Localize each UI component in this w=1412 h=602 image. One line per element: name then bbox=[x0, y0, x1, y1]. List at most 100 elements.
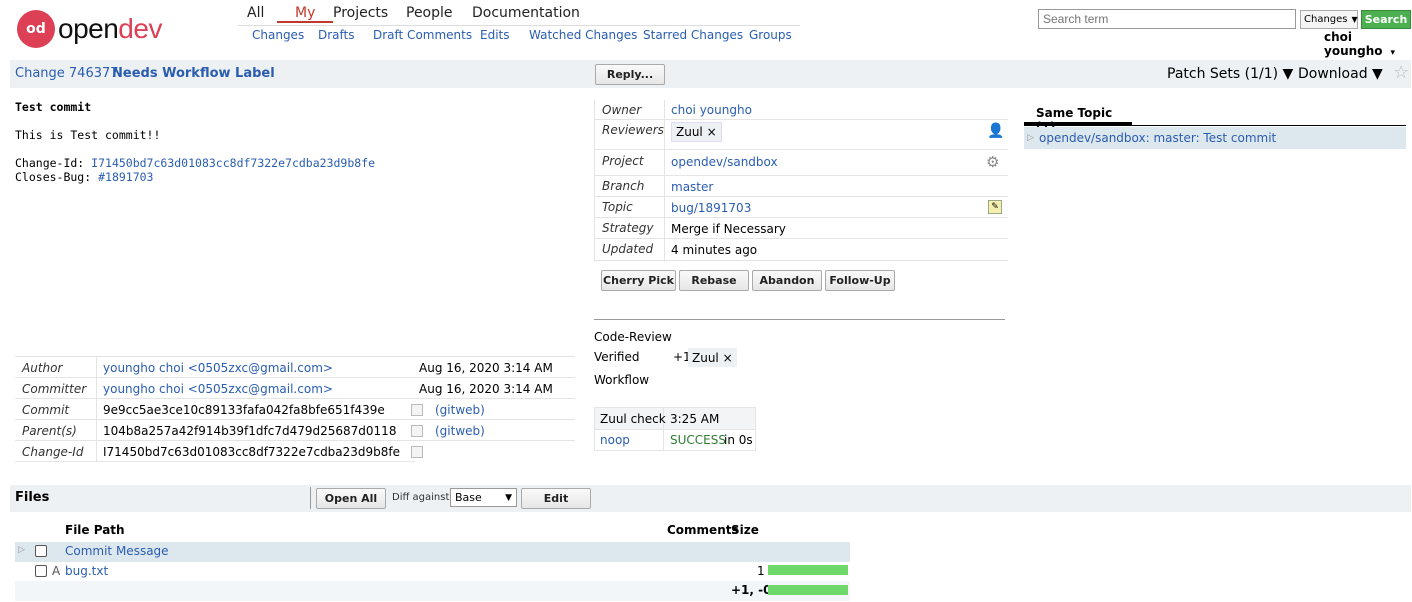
size-bar bbox=[768, 565, 848, 575]
same-topic-item[interactable]: ▷ opendev/sandbox: master: Test commit bbox=[1024, 127, 1406, 149]
tab-same-topic[interactable]: Same Topic (1) bbox=[1024, 104, 1132, 134]
copy-icon[interactable] bbox=[411, 425, 423, 437]
abandon-button[interactable]: Abandon bbox=[752, 270, 822, 291]
commit-body: This is Test commit!! bbox=[15, 128, 161, 142]
diff-base-select[interactable]: Base ▼ bbox=[450, 488, 517, 507]
file-path-link[interactable]: bug.txt bbox=[65, 564, 108, 578]
search-scope-select[interactable]: Changes ▼ bbox=[1300, 10, 1358, 29]
ci-result: SUCCESS bbox=[670, 433, 726, 447]
follow-up-button[interactable]: Follow-Up bbox=[825, 270, 895, 291]
commit-message: Test commit This is Test commit!! Change… bbox=[15, 100, 376, 184]
ci-name: Zuul check bbox=[600, 412, 666, 426]
subnav-edits[interactable]: Edits bbox=[480, 28, 510, 42]
caret-down-icon: ▾ bbox=[1390, 48, 1396, 58]
copy-icon[interactable] bbox=[411, 446, 423, 458]
author-link[interactable]: youngho choi <0505zxc@gmail.com> bbox=[103, 361, 333, 375]
download-menu[interactable]: Download ▼ bbox=[1298, 66, 1383, 82]
author-label: Author bbox=[22, 360, 63, 375]
search-input[interactable] bbox=[1038, 9, 1296, 29]
reviewer-chip[interactable]: Zuul × bbox=[671, 122, 722, 142]
nav-projects[interactable]: Projects bbox=[333, 5, 388, 21]
search-button[interactable]: Search bbox=[1361, 10, 1411, 29]
author-date: Aug 16, 2020 3:14 AM bbox=[419, 360, 553, 375]
chevron-down-icon: ▼ bbox=[505, 492, 512, 503]
reviewers-label: Reviewers bbox=[602, 122, 664, 137]
change-status: Needs Workflow Label bbox=[112, 66, 275, 81]
files-total-row bbox=[15, 581, 850, 601]
strategy-value: Merge if Necessary bbox=[671, 221, 786, 236]
subnav-groups[interactable]: Groups bbox=[749, 28, 792, 42]
subnav-changes[interactable]: Changes bbox=[252, 28, 304, 42]
edit-topic-icon[interactable]: ✎ bbox=[988, 200, 1002, 214]
topic-link[interactable]: bug/1891703 bbox=[671, 201, 751, 215]
top-nav: All My Projects People Documentation bbox=[238, 4, 800, 26]
reviewed-checkbox[interactable] bbox=[35, 565, 47, 577]
changeid-value: I71450bd7c63d01083cc8df7322e7cdba23d9b8f… bbox=[103, 444, 401, 459]
updated-value: 4 minutes ago bbox=[671, 242, 758, 257]
expand-triangle-icon[interactable]: ▷ bbox=[18, 545, 25, 555]
commit-title: Test commit bbox=[15, 100, 92, 114]
bug-link[interactable]: #1891703 bbox=[98, 170, 153, 184]
branch-link[interactable]: master bbox=[671, 180, 713, 194]
diff-against-label: Diff against: bbox=[392, 492, 453, 503]
rebase-button[interactable]: Rebase bbox=[679, 270, 749, 291]
updated-label: Updated bbox=[602, 241, 654, 256]
subnav-watched-changes[interactable]: Watched Changes bbox=[529, 28, 637, 42]
nav-documentation[interactable]: Documentation bbox=[472, 5, 580, 21]
ci-time: 3:25 AM bbox=[670, 412, 720, 426]
expand-triangle-icon: ▷ bbox=[1027, 133, 1034, 143]
ci-job-link[interactable]: noop bbox=[600, 433, 630, 447]
subnav-starred-changes[interactable]: Starred Changes bbox=[643, 28, 743, 42]
strategy-label: Strategy bbox=[602, 220, 654, 235]
change-id-link[interactable]: I71450bd7c63d01083cc8df7322e7cdba23d9b8f… bbox=[91, 156, 375, 170]
logo-wordmark: opendev bbox=[58, 13, 162, 44]
owner-link[interactable]: choi youngho bbox=[671, 103, 752, 117]
commit-gitweb-link[interactable]: (gitweb) bbox=[435, 403, 485, 417]
col-file-path: File Path bbox=[65, 523, 125, 537]
branch-label: Branch bbox=[602, 178, 645, 193]
committer-date: Aug 16, 2020 3:14 AM bbox=[419, 381, 553, 396]
subnav-draft-comments[interactable]: Draft Comments bbox=[373, 28, 472, 42]
parent-sha: 104b8a257a42f914b39f1dfc7d479d25687d0118 bbox=[103, 423, 397, 438]
file-status: A bbox=[52, 564, 61, 578]
committer-label: Committer bbox=[22, 381, 87, 396]
nav-people[interactable]: People bbox=[406, 5, 453, 21]
nav-my[interactable]: My bbox=[277, 5, 334, 23]
ci-results-table: Zuul check 3:25 AM noop SUCCESS in 0s bbox=[594, 407, 756, 451]
cherry-pick-button[interactable]: Cherry Pick bbox=[601, 270, 676, 291]
change-number[interactable]: Change 746377 - bbox=[15, 66, 127, 81]
total-delta: +1, -0 bbox=[731, 583, 772, 597]
code-review-label: Code-Review bbox=[594, 330, 672, 344]
workflow-label: Workflow bbox=[594, 373, 650, 387]
nav-all[interactable]: All bbox=[247, 5, 264, 21]
committer-link[interactable]: youngho choi <0505zxc@gmail.com> bbox=[103, 382, 333, 396]
star-icon[interactable]: ☆ bbox=[1393, 62, 1409, 83]
subnav-drafts[interactable]: Drafts bbox=[318, 28, 355, 42]
copy-icon[interactable] bbox=[411, 404, 423, 416]
ci-duration: in 0s bbox=[724, 433, 753, 447]
reviewed-checkbox[interactable] bbox=[35, 545, 47, 557]
commit-sha: 9e9cc5ae3ce10c89133fafa042fa8bfe651f439e bbox=[103, 402, 385, 417]
tab-underline bbox=[1024, 125, 1406, 126]
total-size-bar bbox=[768, 585, 848, 595]
patch-sets-menu[interactable]: Patch Sets (1/1) ▼ bbox=[1167, 66, 1293, 82]
commit-label: Commit bbox=[22, 402, 70, 417]
project-link[interactable]: opendev/sandbox bbox=[671, 155, 778, 169]
verified-voter-chip[interactable]: Zuul × bbox=[688, 348, 737, 367]
parent-gitweb-link[interactable]: (gitweb) bbox=[435, 424, 485, 438]
changeid-label: Change-Id bbox=[22, 444, 84, 459]
file-path-link[interactable]: Commit Message bbox=[65, 544, 169, 558]
project-label: Project bbox=[602, 153, 644, 168]
opendev-logo[interactable]: od opendev bbox=[17, 9, 177, 49]
logo-mark: od bbox=[17, 10, 55, 48]
file-size: 1 bbox=[757, 564, 765, 578]
col-comments: Comments bbox=[667, 523, 739, 537]
open-all-button[interactable]: Open All bbox=[316, 488, 386, 509]
gear-icon[interactable]: ⚙ bbox=[986, 153, 999, 171]
divider bbox=[310, 487, 311, 509]
edit-button[interactable]: Edit bbox=[521, 488, 591, 509]
reply-button[interactable]: Reply... bbox=[595, 64, 665, 85]
add-reviewer-icon[interactable]: 👤 bbox=[987, 123, 1004, 139]
files-title: Files bbox=[15, 490, 50, 505]
user-menu[interactable]: choi youngho ▾ bbox=[1324, 30, 1412, 58]
